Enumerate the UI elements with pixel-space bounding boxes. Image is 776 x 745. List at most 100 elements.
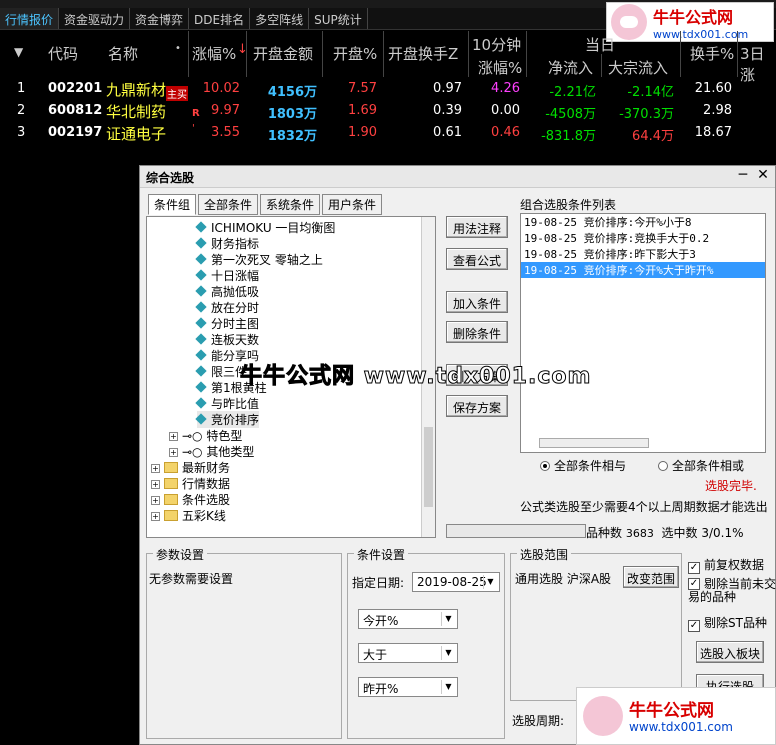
open-turnover: 0.61 (433, 125, 462, 140)
view-formula-button[interactable]: 查看公式 (446, 248, 508, 270)
delete-condition-button[interactable]: 删除条件 (446, 321, 508, 343)
list-item[interactable]: 19-08-25 竞价排序:竞换手大于0.2 (521, 230, 765, 246)
sort-arrow-icon[interactable]: ▼ (14, 45, 23, 59)
tree-leaf[interactable]: 财务指标 (195, 235, 259, 252)
dropdown-arrow-icon[interactable]: ▼ (441, 612, 455, 626)
stock-tag: ' (192, 123, 195, 134)
row-index: 2 (17, 103, 26, 118)
selected-count: 3/0.1% (701, 526, 744, 540)
close-icon[interactable]: ✕ (755, 168, 771, 184)
tab-all-conditions[interactable]: 全部条件 (198, 194, 259, 215)
tab-capital-game[interactable]: 资金博弈 (130, 8, 190, 29)
to-block-button[interactable]: 选股入板块 (696, 641, 764, 663)
tab-condition-group[interactable]: 条件组 (148, 194, 197, 215)
tab-quotes[interactable]: 行情报价 (0, 8, 60, 29)
table-row[interactable]: 1 002201 九鼎新材 主买 10.02 4156万 7.57 0.97 4… (0, 79, 776, 101)
field1-select[interactable]: 今开% ▼ (358, 609, 458, 629)
expand-icon[interactable]: + (151, 480, 160, 489)
col-net-inflow[interactable]: 净流入 (548, 57, 593, 78)
tree-leaf[interactable]: 与昨比值 (195, 395, 259, 412)
exclude-suspend-checkbox[interactable]: ✓ 剔除当前未交易的品种 (688, 578, 776, 604)
expand-icon[interactable]: + (151, 512, 160, 521)
col-name[interactable]: 名称 (108, 43, 138, 64)
minimize-icon[interactable]: ─ (735, 168, 751, 184)
tree-leaf[interactable]: 分时主图 (195, 315, 259, 332)
col-block-inflow[interactable]: 大宗流入 (608, 57, 668, 78)
net-inflow: -831.8万 (541, 129, 596, 144)
block-inflow: -2.14亿 (627, 85, 674, 100)
col-code[interactable]: 代码 (48, 43, 78, 64)
col-10min-bottom[interactable]: 涨幅% (478, 57, 522, 78)
dropdown-arrow-icon[interactable]: ▼ (441, 680, 455, 694)
row-index: 3 (17, 125, 26, 140)
date-picker[interactable]: 2019-08-25 ▼ (412, 572, 500, 592)
tree-group[interactable]: + ⊸○ 特色型 (169, 427, 242, 444)
dialog-titlebar[interactable]: 综合选股 ─ ✕ (140, 166, 775, 188)
tree-folder[interactable]: + 最新财务 (151, 459, 230, 476)
checkbox-checked-icon[interactable]: ✓ (688, 578, 700, 590)
tree-leaf[interactable]: 第一次死叉 零轴之上 (195, 251, 323, 268)
col-change[interactable]: 涨幅% (192, 43, 236, 64)
tree-leaf[interactable]: 十日涨幅 (195, 267, 259, 284)
add-condition-button[interactable]: 加入条件 (446, 291, 508, 313)
stock-name: 证通电子 (106, 125, 167, 143)
tree-leaf-selected[interactable]: 竞价排序 (195, 411, 260, 428)
table-row[interactable]: 3 002197 证通电子 ' 3.55 1832万 1.90 0.61 0.4… (0, 123, 776, 145)
min10-change: 0.00 (491, 103, 520, 118)
dropdown-arrow-icon[interactable]: ▼ (441, 646, 455, 660)
logic-and-radio[interactable]: 全部条件相与 (540, 457, 626, 474)
tab-bull-bear[interactable]: 多空阵线 (250, 8, 310, 29)
tree-folder[interactable]: + 行情数据 (151, 475, 230, 492)
stock-code: 002197 (48, 125, 103, 140)
save-plan-button[interactable]: 保存方案 (446, 395, 508, 417)
operator-select[interactable]: 大于 ▼ (358, 643, 458, 663)
logic-or-radio[interactable]: 全部条件相或 (658, 457, 744, 474)
change-range-button[interactable]: 改变范围 (623, 566, 679, 588)
expand-icon[interactable]: + (169, 448, 178, 457)
condition-list[interactable]: 19-08-25 竞价排序:今开%小于8 19-08-25 竞价排序:竞换手大于… (520, 213, 766, 453)
radio-off-icon[interactable] (658, 461, 668, 471)
col-open-pct[interactable]: 开盘% (333, 43, 377, 64)
col-turnover[interactable]: 换手% (690, 43, 734, 64)
scroll-thumb[interactable] (424, 427, 433, 507)
tree-leaf[interactable]: 连板天数 (195, 331, 259, 348)
tree-group[interactable]: + ⊸○ 其他类型 (169, 443, 254, 460)
table-row[interactable]: 2 600812 华北制药 R 9.97 1803万 1.69 0.39 0.0… (0, 101, 776, 123)
checkbox-checked-icon[interactable]: ✓ (688, 562, 700, 574)
expand-icon[interactable]: + (151, 496, 160, 505)
open-pct: 7.57 (348, 81, 377, 96)
tab-system-conditions[interactable]: 系统条件 (260, 194, 321, 215)
radio-on-icon[interactable] (540, 461, 550, 471)
list-item[interactable]: 19-08-25 竞价排序:昨下影大于3 (521, 246, 765, 262)
tab-dde-rank[interactable]: DDE排名 (189, 8, 251, 29)
tree-folder[interactable]: + 五彩K线 (151, 507, 226, 524)
col-10min-top[interactable]: 10分钟 (472, 34, 521, 55)
stock-name: 华北制药 (106, 103, 167, 121)
tree-leaf[interactable]: 放在分时 (195, 299, 259, 316)
tab-user-conditions[interactable]: 用户条件 (322, 194, 383, 215)
checkbox-checked-icon[interactable]: ✓ (688, 620, 700, 632)
expand-icon[interactable]: + (169, 432, 178, 441)
dropdown-arrow-icon[interactable]: ▼ (483, 575, 497, 589)
expand-icon[interactable]: + (151, 464, 160, 473)
fq-checkbox[interactable]: ✓ 前复权数据 (688, 556, 764, 574)
open-amount: 1803万 (267, 107, 317, 122)
tree-leaf[interactable]: 高抛低吸 (195, 283, 259, 300)
open-turnover: 0.97 (433, 81, 462, 96)
change-value: 9.97 (211, 103, 240, 118)
tab-sup-stats[interactable]: SUP统计 (309, 8, 368, 29)
usage-button[interactable]: 用法注释 (446, 216, 508, 238)
col-open-amount[interactable]: 开盘金额 (253, 43, 313, 64)
col-open-turnover[interactable]: 开盘换手Z (388, 43, 458, 64)
stock-name: 九鼎新材 (106, 81, 167, 99)
tree-folder[interactable]: + 条件选股 (151, 491, 230, 508)
tab-capital-drive[interactable]: 资金驱动力 (59, 8, 131, 29)
list-hscrollbar[interactable] (539, 438, 649, 448)
tree-leaf[interactable]: ICHIMOKU 一目均衡图 (195, 219, 335, 236)
field2-select[interactable]: 昨开% ▼ (358, 677, 458, 697)
list-item-selected[interactable]: 19-08-25 竞价排序:今开%大于昨开% (521, 262, 765, 278)
exclude-st-checkbox[interactable]: ✓ 剔除ST品种 (688, 614, 767, 632)
list-item[interactable]: 19-08-25 竞价排序:今开%小于8 (521, 214, 765, 230)
table-header: ▼ 代码 名称 • 涨幅% ↓ 开盘金额 开盘% 开盘换手Z 10分钟 涨幅% … (0, 31, 776, 84)
key-icon: ⊸○ (182, 429, 203, 443)
